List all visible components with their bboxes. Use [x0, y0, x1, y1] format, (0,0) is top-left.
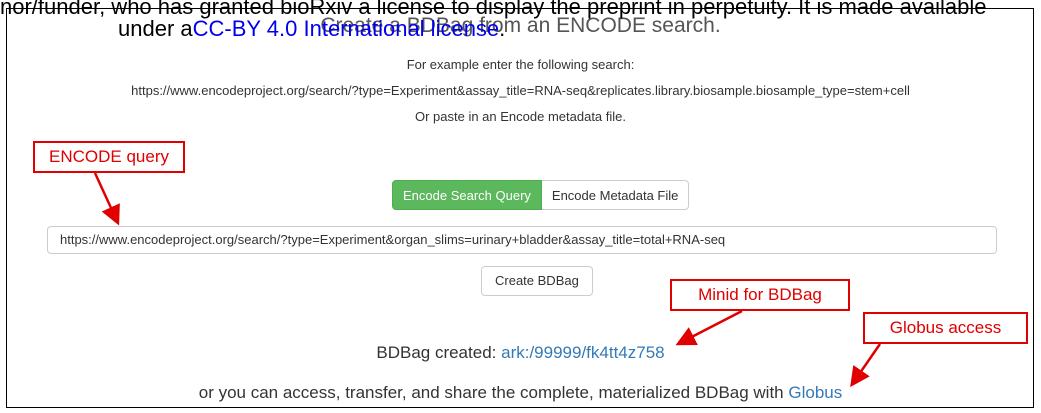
arrow-to-minid: [675, 309, 743, 346]
arrow-to-globus: [850, 343, 882, 388]
callout-arrows: [93, 172, 882, 388]
arrow-to-query-input: [93, 172, 120, 226]
